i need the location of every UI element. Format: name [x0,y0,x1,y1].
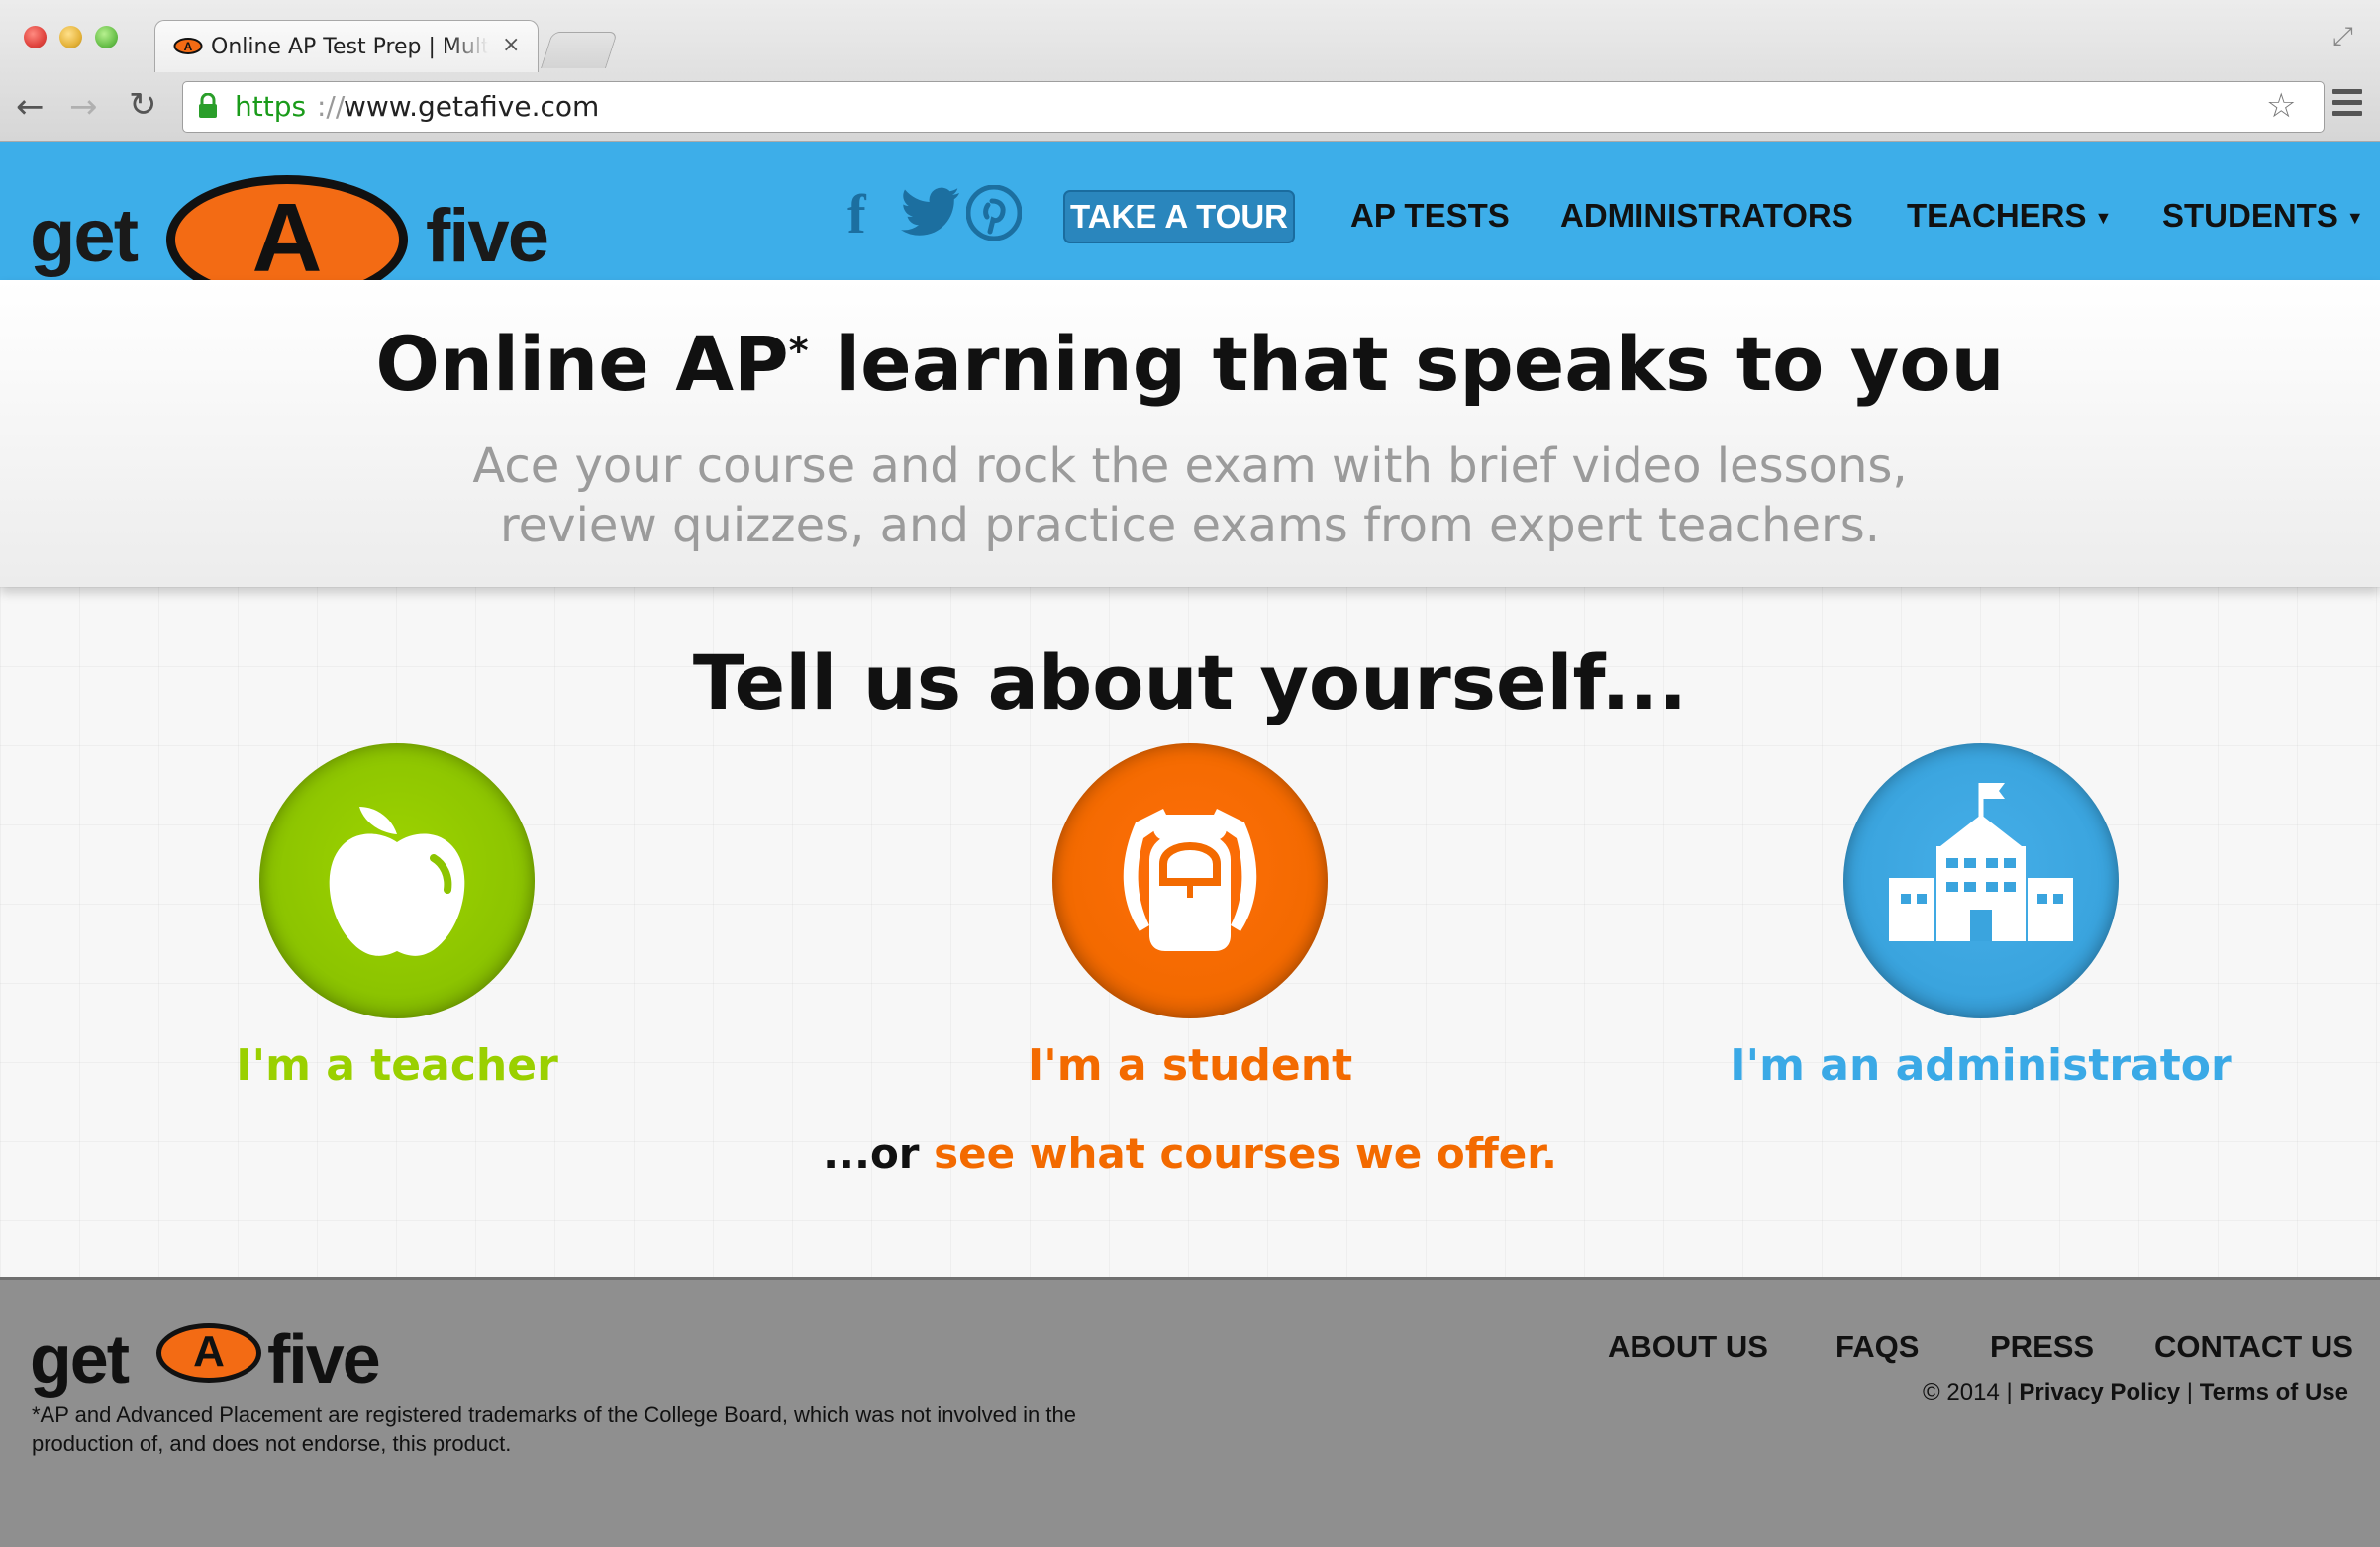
section-title: Tell us about yourself... [692,638,1688,726]
apple-icon [329,807,465,956]
browser-tab[interactable]: A Online AP Test Prep | Multi × [154,20,539,72]
privacy-policy-link[interactable]: Privacy Policy [2019,1379,2180,1405]
nav-administrators[interactable]: ADMINISTRATORS [1560,197,1853,235]
nav-students-label: STUDENTS [2162,197,2338,234]
hero-title: Online AP* learning that speaks to you [0,320,2380,408]
site-footer: get A five *AP and Advanced Placement ar… [0,1277,2380,1547]
browser-chrome: A Online AP Test Prep | Multi × ⤢ ← → ↻ … [0,0,2380,142]
back-arrow-icon[interactable]: ← [16,87,45,127]
main-section: Tell us about yourself... I'm a teacher … [0,587,2380,1277]
facebook-icon[interactable]: f [847,183,866,246]
pinterest-icon[interactable] [966,185,1022,241]
url-scheme: https [235,90,307,123]
student-choice-circle[interactable] [1052,743,1328,1018]
nav-ap-tests[interactable]: AP TESTS [1350,197,1510,235]
footer-press-link[interactable]: PRESS [1990,1329,2094,1365]
hero-title-end: learning that speaks to you [808,320,2005,408]
nav-students[interactable]: STUDENTS ▼ [2162,197,2364,235]
hero-title-asterisk: * [788,329,809,373]
trademark-disclaimer: *AP and Advanced Placement are registere… [32,1402,1076,1456]
footer-logo-get: get [30,1320,130,1398]
logo-five: five [426,194,549,278]
url-host: www.getafive.com [344,90,600,123]
terms-of-use-link[interactable]: Terms of Use [2200,1379,2348,1405]
chevron-down-icon: ▼ [2345,207,2364,228]
hero-title-start: Online AP [375,320,789,408]
offer-prefix: ...or [823,1129,935,1178]
student-link[interactable]: I'm a student [893,1040,1487,1091]
twitter-icon[interactable] [901,187,960,237]
address-bar[interactable]: https :// www.getafive.com ☆ [182,81,2325,133]
zoom-window-button[interactable] [95,26,118,48]
nav-teachers-label: TEACHERS [1907,197,2087,234]
teacher-choice-circle[interactable] [259,743,535,1018]
copyright: © 2014 | [1923,1379,2020,1405]
courses-link[interactable]: see what courses we offer. [934,1129,1557,1178]
footer-legal: © 2014 | Privacy Policy | Terms of Use [1923,1379,2348,1406]
administrator-choice-circle[interactable] [1843,743,2119,1018]
logo-get: get [30,194,139,278]
reload-icon[interactable]: ↻ [129,85,157,125]
chevron-down-icon: ▼ [2094,207,2113,228]
administrator-link[interactable]: I'm an administrator [1684,1040,2278,1091]
star-icon[interactable]: ☆ [2266,86,2296,126]
hero-banner: Online AP* learning that speaks to you A… [0,280,2380,587]
site-header: get A five f TAKE A TOUR AP TESTS ADMINI… [0,142,2380,304]
take-a-tour-button[interactable]: TAKE A TOUR [1063,190,1295,243]
tab-close-icon[interactable]: × [502,33,520,57]
new-tab-button[interactable] [540,32,619,68]
url-separator: :// [317,90,346,123]
lock-icon [199,93,217,118]
school-building-icon [1889,783,2073,941]
favicon-icon: A [173,38,203,54]
footer-logo-five: five [267,1320,381,1398]
teacher-link[interactable]: I'm a teacher [100,1040,694,1091]
courses-offer-line: ...or see what courses we offer. [0,1129,2380,1178]
footer-contact-us-link[interactable]: CONTACT US [2154,1329,2353,1365]
footer-logo-a: A [193,1327,225,1376]
nav-teachers[interactable]: TEACHERS ▼ [1907,197,2112,235]
close-window-button[interactable] [24,26,47,48]
tab-title: Online AP Test Prep | Multi [211,35,488,59]
menu-icon[interactable] [2332,89,2362,119]
fullscreen-icon[interactable]: ⤢ [2332,22,2353,52]
legal-divider: | [2180,1379,2200,1405]
forward-arrow-icon[interactable]: → [69,87,98,127]
footer-faqs-link[interactable]: FAQS [1835,1329,1919,1365]
footer-about-us-link[interactable]: ABOUT US [1608,1329,1768,1365]
minimize-window-button[interactable] [59,26,82,48]
hero-subtitle: Ace your course and rock the exam with b… [472,438,1908,553]
backpack-icon [1123,809,1257,951]
svg-text:A: A [184,40,193,53]
